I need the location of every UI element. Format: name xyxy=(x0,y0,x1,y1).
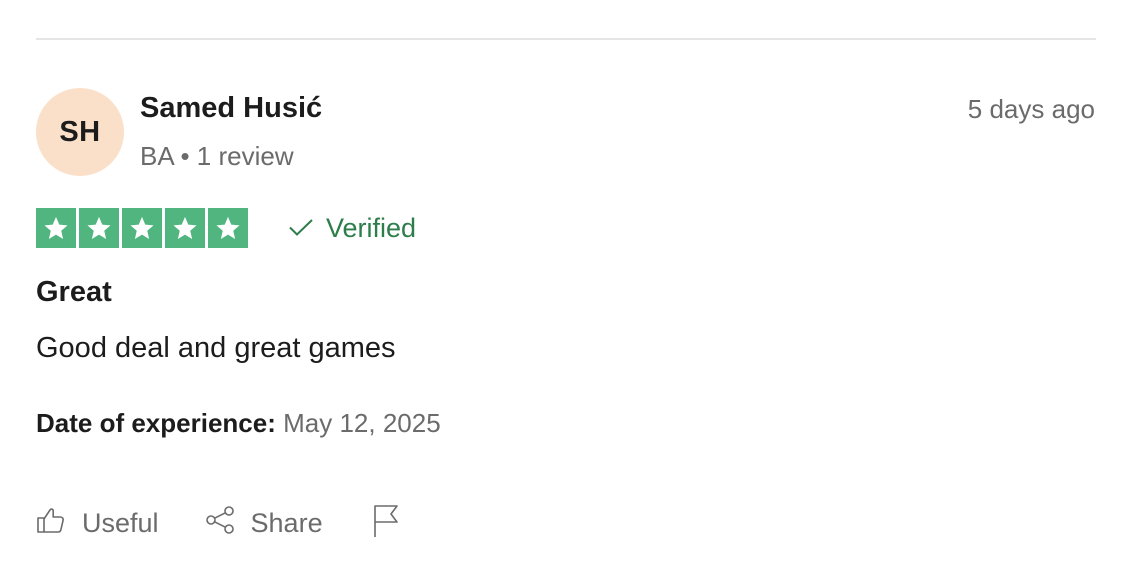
flag-icon xyxy=(371,504,401,543)
thumbs-up-icon xyxy=(36,505,66,542)
star-rating xyxy=(36,208,248,248)
share-icon xyxy=(205,505,235,542)
reviewer-meta: BA • 1 review xyxy=(140,141,294,171)
experience-date: May 12, 2025 xyxy=(283,408,441,438)
review-body: Good deal and great games xyxy=(36,332,396,364)
star-icon xyxy=(122,208,162,248)
star-icon xyxy=(208,208,248,248)
verified-label: Verified xyxy=(326,213,417,243)
useful-button[interactable]: Useful xyxy=(36,505,159,542)
star-icon xyxy=(165,208,205,248)
review-actions: Useful Share xyxy=(36,504,401,543)
share-label: Share xyxy=(250,508,323,538)
useful-label: Useful xyxy=(82,508,159,538)
check-icon xyxy=(288,213,314,244)
reviewer-name[interactable]: Samed Husić xyxy=(140,92,322,125)
review-title: Great xyxy=(36,276,112,308)
review-posted-date: 5 days ago xyxy=(967,94,1095,124)
date-of-experience: Date of experience: May 12, 2025 xyxy=(36,408,441,439)
experience-label: Date of experience: xyxy=(36,408,276,438)
star-icon xyxy=(79,208,119,248)
divider xyxy=(36,38,1096,40)
share-button[interactable]: Share xyxy=(205,505,323,542)
avatar: SH xyxy=(36,88,124,176)
verified-badge[interactable]: Verified xyxy=(288,213,416,244)
report-button[interactable] xyxy=(371,504,401,543)
avatar-initials: SH xyxy=(59,115,101,148)
star-icon xyxy=(36,208,76,248)
